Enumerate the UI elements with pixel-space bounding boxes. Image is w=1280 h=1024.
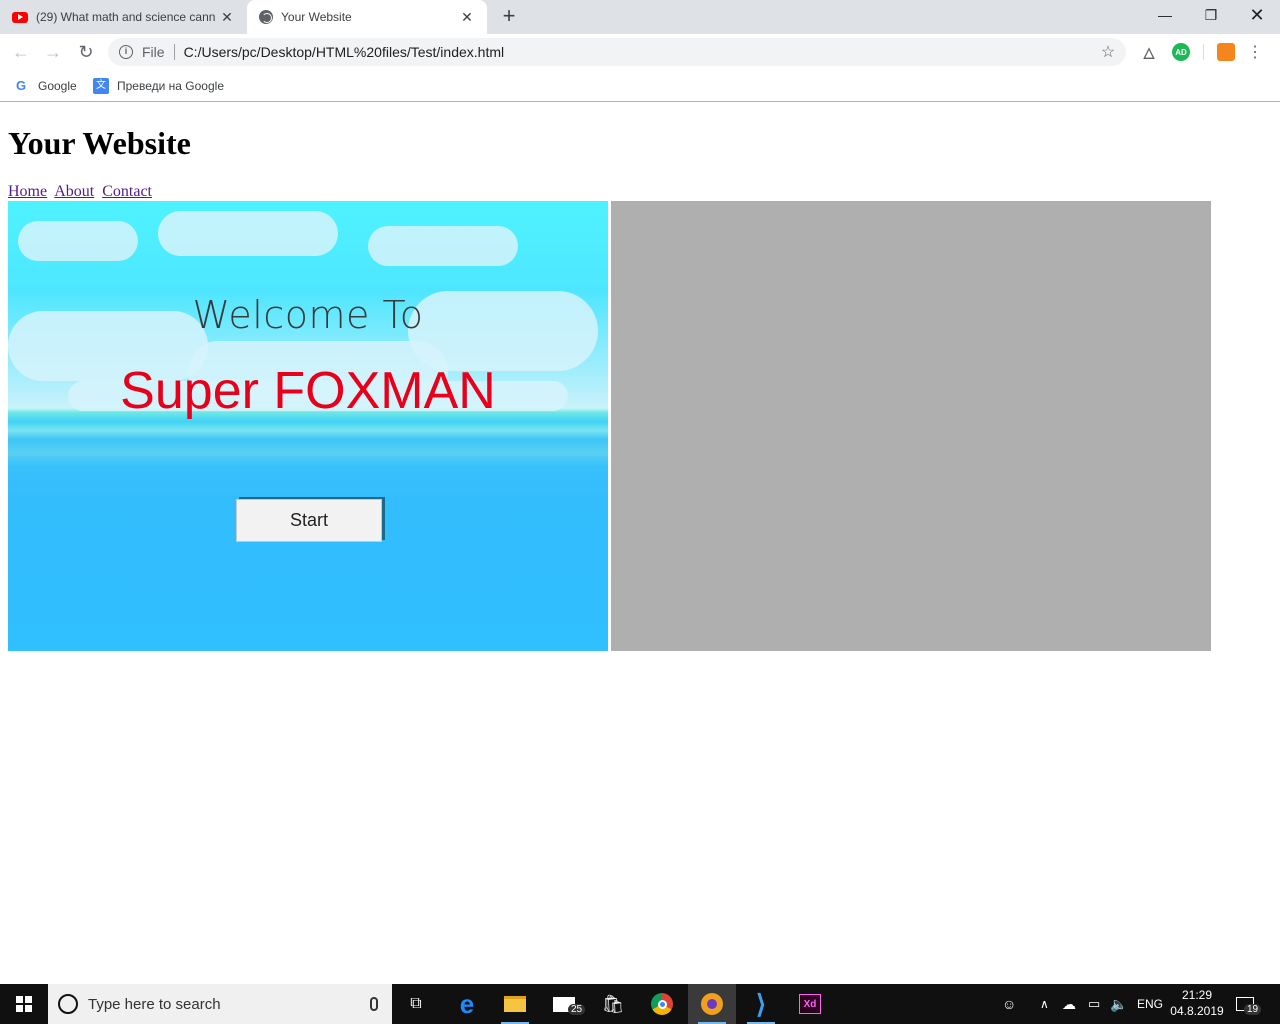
bookmarks-bar: G Google 文 Преведи на Google xyxy=(0,70,1280,102)
nav-link-about[interactable]: About xyxy=(54,183,94,200)
clock[interactable]: 21:29 04.8.2019 xyxy=(1166,987,1228,1019)
cloud xyxy=(18,221,138,261)
action-center-icon[interactable]: 19 xyxy=(1236,984,1262,1024)
tab-title: (29) What math and science cann xyxy=(36,10,216,24)
nav-link-home[interactable]: Home xyxy=(8,183,47,200)
mail-icon[interactable]: 25 xyxy=(540,984,588,1024)
restore-button[interactable]: ❐ xyxy=(1188,0,1234,30)
close-window-button[interactable]: ✕ xyxy=(1234,0,1280,30)
task-view-icon[interactable]: ⧉ xyxy=(392,984,440,1024)
web-page: Your Website Home About Contact Welcome … xyxy=(0,103,1280,984)
bookmark-label: Google xyxy=(38,79,77,93)
chrome-icon[interactable] xyxy=(638,984,686,1024)
microphone-icon[interactable] xyxy=(370,997,378,1011)
search-placeholder: Type here to search xyxy=(88,995,221,1013)
tab-title: Your Website xyxy=(281,10,352,24)
vscode-icon[interactable]: ⟩ xyxy=(737,984,785,1024)
windows-icon xyxy=(16,996,32,1012)
adobe-xd-icon[interactable]: Xd xyxy=(786,984,834,1024)
divider xyxy=(1203,44,1204,60)
url-text[interactable]: C:/Users/pc/Desktop/HTML%20files/Test/in… xyxy=(184,44,1096,60)
metamask-fox-icon[interactable] xyxy=(1217,43,1235,61)
welcome-text: Welcome To xyxy=(192,293,424,337)
reload-button[interactable]: ↻ xyxy=(74,40,98,64)
edge-icon[interactable]: e xyxy=(443,984,491,1024)
cloud xyxy=(158,211,338,256)
new-tab-button[interactable]: + xyxy=(497,5,521,29)
game-canvas[interactable]: Welcome To Super FOXMAN Start xyxy=(8,201,608,651)
bookmark-google[interactable]: G Google xyxy=(16,76,77,96)
back-button[interactable]: ← xyxy=(9,40,33,64)
close-tab-icon[interactable]: ✕ xyxy=(459,9,475,25)
bookmark-label: Преведи на Google xyxy=(117,79,224,93)
youtube-icon xyxy=(12,11,28,23)
start-button[interactable] xyxy=(0,984,48,1024)
taskbar-search[interactable]: Type here to search xyxy=(48,984,392,1024)
info-icon[interactable]: i xyxy=(119,45,133,59)
placeholder-panel xyxy=(611,201,1211,651)
notification-badge: 19 xyxy=(1244,1004,1262,1015)
menu-icon[interactable]: ⋮ xyxy=(1243,40,1267,64)
chevron-up-icon[interactable]: ∧ xyxy=(1040,984,1049,1024)
chrome-logo xyxy=(651,993,673,1015)
minimize-button[interactable]: — xyxy=(1142,0,1188,30)
url-scheme-label: File xyxy=(142,44,165,60)
start-button[interactable]: Start xyxy=(236,499,382,542)
taskbar: Type here to search ⧉ e 25 🛍 ⟩ Xd ☺ ∧ ☁ … xyxy=(0,984,1280,1024)
tab-your-website[interactable]: Your Website ✕ xyxy=(247,0,487,34)
network-icon[interactable]: ▭ xyxy=(1088,984,1100,1024)
game-title: Super FOXMAN xyxy=(120,362,496,420)
browser-logo-center xyxy=(707,999,717,1009)
address-bar[interactable]: i File C:/Users/pc/Desktop/HTML%20files/… xyxy=(108,38,1126,66)
adblock-extension-icon[interactable]: AD xyxy=(1172,43,1190,61)
tab-strip: (29) What math and science cann ✕ Your W… xyxy=(0,0,1280,34)
brave-icon[interactable] xyxy=(688,984,736,1024)
mail-badge: 25 xyxy=(568,1004,586,1015)
site-nav: Home About Contact xyxy=(8,183,156,201)
globe-icon xyxy=(259,10,273,24)
store-icon[interactable]: 🛍 xyxy=(589,984,637,1024)
forward-button[interactable]: → xyxy=(41,40,65,64)
xd-logo: Xd xyxy=(799,994,821,1014)
onedrive-cloud-icon[interactable]: ☁ xyxy=(1062,984,1076,1024)
browser-logo xyxy=(701,993,723,1015)
clock-date: 04.8.2019 xyxy=(1170,1004,1224,1018)
cortana-icon xyxy=(58,994,78,1014)
browser-toolbar: ← → ↻ i File C:/Users/pc/Desktop/HTML%20… xyxy=(0,34,1280,70)
google-translate-icon: 文 xyxy=(93,78,109,94)
bookmark-google-translate[interactable]: 文 Преведи на Google xyxy=(93,76,224,96)
google-icon: G xyxy=(16,78,27,93)
extension-label: AD xyxy=(1175,47,1187,57)
language-indicator[interactable]: ENG xyxy=(1137,984,1163,1024)
file-explorer-icon[interactable] xyxy=(491,984,539,1024)
close-tab-icon[interactable]: ✕ xyxy=(219,9,235,25)
chrome-center xyxy=(657,999,667,1009)
people-icon[interactable]: ☺ xyxy=(1002,984,1016,1024)
drive-extension-icon[interactable]: △ xyxy=(1140,43,1158,61)
folder-icon xyxy=(504,996,526,1012)
divider xyxy=(173,44,175,60)
bookmark-star-icon[interactable]: ☆ xyxy=(1096,42,1120,62)
volume-icon[interactable]: 🔈 xyxy=(1110,984,1127,1024)
clock-time: 21:29 xyxy=(1181,988,1213,1002)
nav-link-contact[interactable]: Contact xyxy=(102,183,152,200)
page-heading: Your Website xyxy=(8,125,191,161)
cloud xyxy=(368,226,518,266)
tab-youtube[interactable]: (29) What math and science cann ✕ xyxy=(0,0,247,34)
